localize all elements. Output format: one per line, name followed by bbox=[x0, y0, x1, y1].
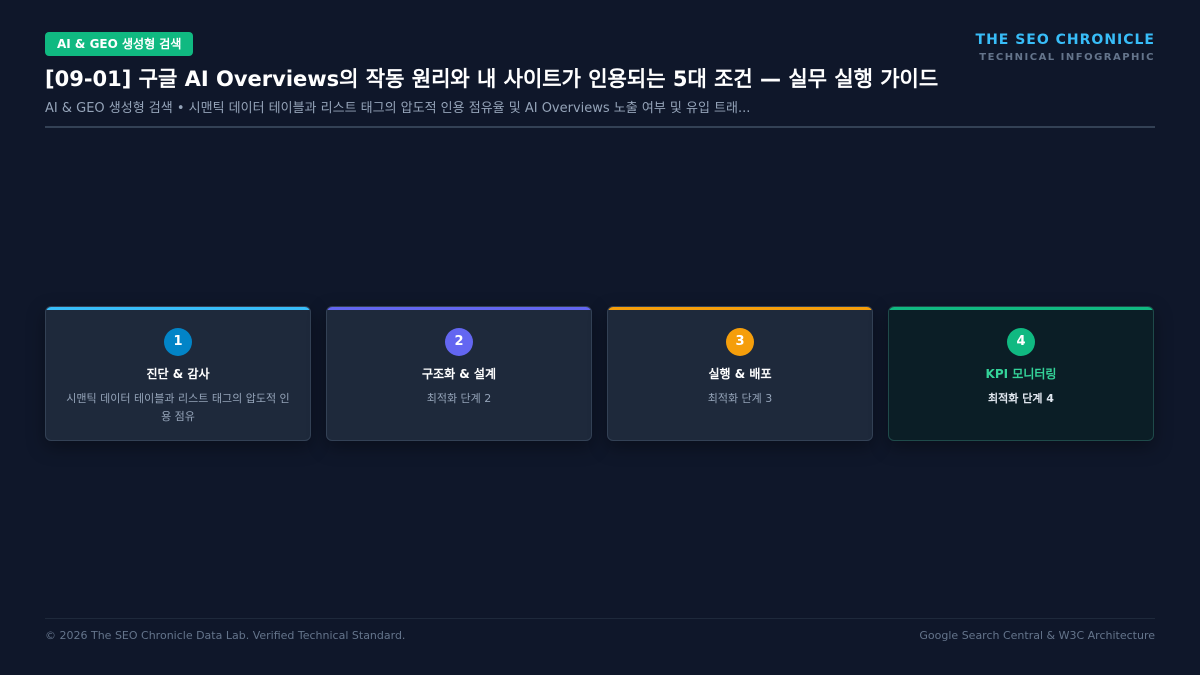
footer-divider bbox=[45, 618, 1155, 619]
step-accent-bar bbox=[889, 307, 1153, 310]
brand: THE SEO CHRONICLE TECHNICAL INFOGRAPHIC bbox=[976, 32, 1155, 63]
brand-name: THE SEO CHRONICLE bbox=[975, 32, 1155, 48]
brand-subtitle: TECHNICAL INFOGRAPHIC bbox=[979, 52, 1155, 63]
step-description: 최적화 단계 3 bbox=[707, 392, 773, 405]
step-accent-bar bbox=[327, 307, 591, 310]
step-card-3: 3 실행 & 배포 최적화 단계 3 bbox=[607, 306, 873, 441]
step-title: 진단 & 감사 bbox=[146, 367, 210, 381]
footer-source: Google Search Central & W3C Architecture bbox=[919, 629, 1155, 642]
step-card-1: 1 진단 & 감사 시맨틱 데이터 테이블과 리스트 태그의 압도적 인용 점유 bbox=[45, 306, 311, 441]
step-number-badge: 4 bbox=[1007, 328, 1035, 356]
footer-copyright: © 2026 The SEO Chronicle Data Lab. Verif… bbox=[45, 629, 406, 642]
page-subtitle: AI & GEO 생성형 검색 • 시맨틱 데이터 테이블과 리스트 태그의 압… bbox=[45, 101, 751, 116]
step-number-badge: 3 bbox=[726, 328, 754, 356]
step-description: 최적화 단계 4 bbox=[988, 392, 1054, 405]
header-divider bbox=[45, 126, 1155, 128]
category-badge: AI & GEO 생성형 검색 bbox=[45, 32, 194, 56]
process-steps: 1 진단 & 감사 시맨틱 데이터 테이블과 리스트 태그의 압도적 인용 점유… bbox=[45, 306, 1155, 441]
header: AI & GEO 생성형 검색 THE SEO CHRONICLE TECHNI… bbox=[45, 32, 1155, 116]
step-description: 최적화 단계 2 bbox=[426, 392, 492, 405]
page-title: [09-01] 구글 AI Overviews의 작동 원리와 내 사이트가 인… bbox=[45, 67, 939, 91]
step-card-2: 2 구조화 & 설계 최적화 단계 2 bbox=[326, 306, 592, 441]
step-number-badge: 1 bbox=[164, 328, 192, 356]
step-number-badge: 2 bbox=[445, 328, 473, 356]
step-accent-bar bbox=[608, 307, 872, 310]
step-title: 실행 & 배포 bbox=[708, 367, 772, 381]
step-title: KPI 모니터링 bbox=[985, 367, 1057, 381]
step-card-4: 4 KPI 모니터링 최적화 단계 4 bbox=[888, 306, 1154, 441]
step-description: 시맨틱 데이터 테이블과 리스트 태그의 압도적 인용 점유 bbox=[66, 392, 290, 423]
step-title: 구조화 & 설계 bbox=[421, 367, 497, 381]
step-accent-bar bbox=[46, 307, 310, 310]
